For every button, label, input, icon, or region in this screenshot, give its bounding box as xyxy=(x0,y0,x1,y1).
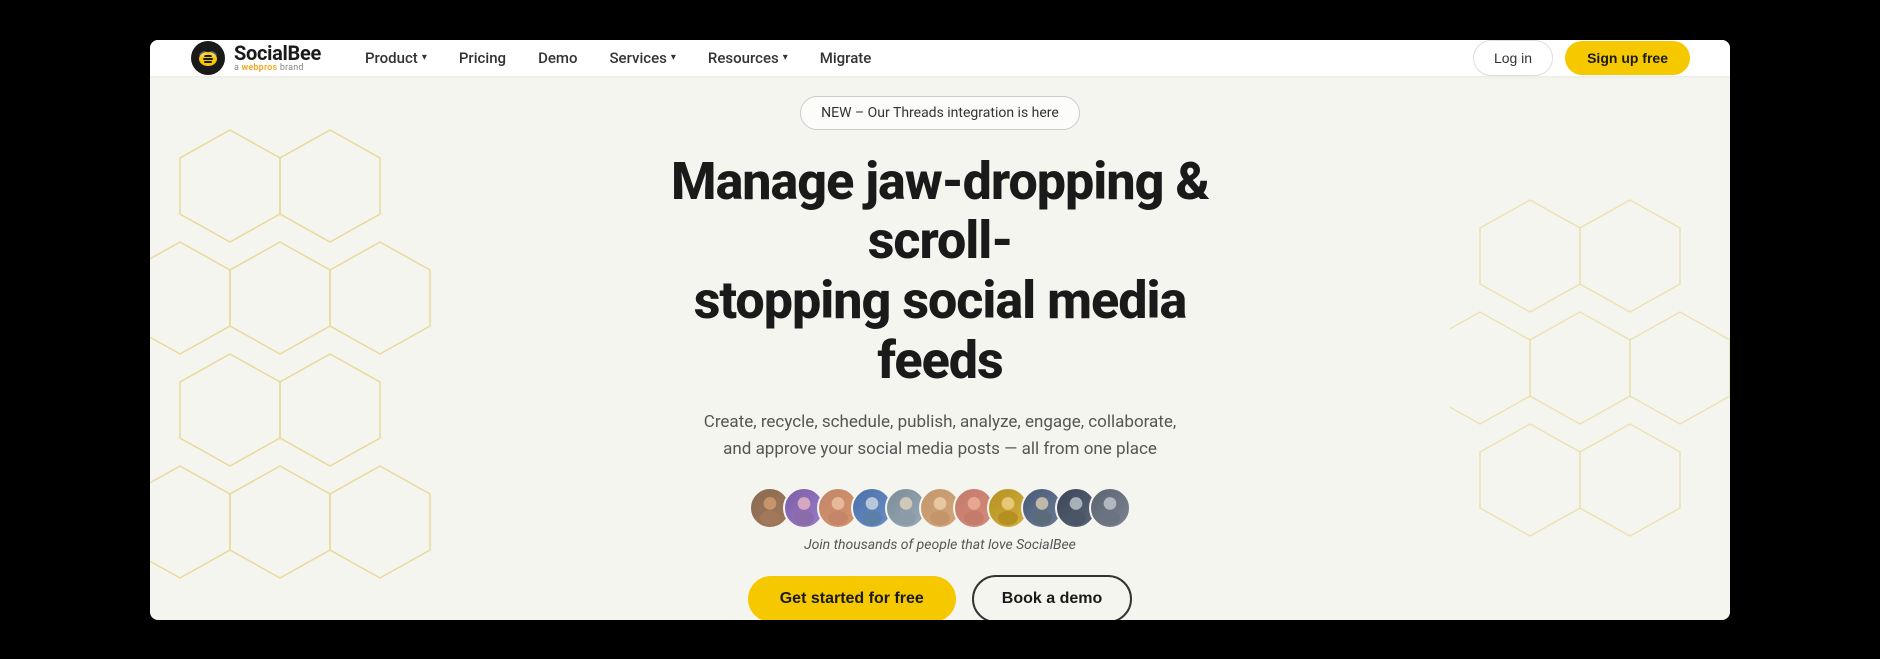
get-started-button[interactable]: Get started for free xyxy=(748,576,956,619)
nav-product[interactable]: Product ▾ xyxy=(351,41,441,75)
chevron-down-icon: ▾ xyxy=(783,52,788,63)
page-wrapper: SocialBee a webpros brand Product ▾ Pric… xyxy=(0,0,1880,659)
hero-title: Manage jaw-dropping & scroll- stopping s… xyxy=(640,152,1240,391)
announcement-badge[interactable]: NEW – Our Threads integration is here xyxy=(800,96,1080,130)
avatar xyxy=(1089,487,1131,529)
nav-demo[interactable]: Demo xyxy=(524,41,591,75)
nav-services[interactable]: Services ▾ xyxy=(595,41,689,75)
hero-section: NEW – Our Threads integration is here Ma… xyxy=(150,76,1730,620)
nav-pricing[interactable]: Pricing xyxy=(445,41,520,75)
hero-subtitle: Create, recycle, schedule, publish, anal… xyxy=(700,409,1180,463)
avatars-label: Join thousands of people that love Socia… xyxy=(804,537,1076,553)
logo-text: SocialBee a webpros brand xyxy=(234,42,321,74)
nav-actions: Log in Sign up free xyxy=(1473,40,1690,76)
social-proof-avatars xyxy=(749,487,1131,529)
socialbee-logo-icon xyxy=(190,40,226,76)
cta-buttons: Get started for free Book a demo xyxy=(748,575,1133,619)
chevron-down-icon: ▾ xyxy=(671,52,676,63)
logo[interactable]: SocialBee a webpros brand xyxy=(190,40,321,76)
nav-links: Product ▾ Pricing Demo Services ▾ Resour… xyxy=(351,41,1473,75)
login-button[interactable]: Log in xyxy=(1473,40,1553,76)
nav-migrate[interactable]: Migrate xyxy=(806,41,886,75)
chevron-down-icon: ▾ xyxy=(422,52,427,63)
book-demo-button[interactable]: Book a demo xyxy=(972,575,1132,619)
navbar: SocialBee a webpros brand Product ▾ Pric… xyxy=(150,40,1730,76)
nav-resources[interactable]: Resources ▾ xyxy=(694,41,802,75)
site-container: SocialBee a webpros brand Product ▾ Pric… xyxy=(150,40,1730,620)
signup-button[interactable]: Sign up free xyxy=(1565,41,1690,75)
